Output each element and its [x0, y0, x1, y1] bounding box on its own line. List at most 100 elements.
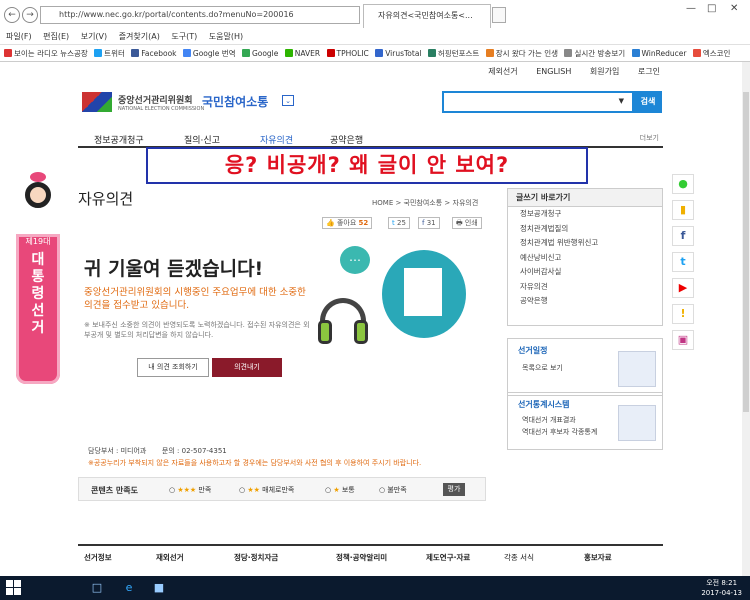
search-input[interactable]: ▼: [442, 91, 634, 113]
web-page: 제외선거 ENGLISH 회원가입 로그인 중앙선거관리위원회 NATIONAL…: [0, 62, 742, 576]
footer-link[interactable]: 정책·공약알리미: [336, 552, 387, 563]
quick-write-item[interactable]: 정보공개청구: [508, 207, 662, 222]
favorite-link[interactable]: 허핑턴포스트: [427, 45, 479, 61]
quick-write-item[interactable]: 예산낭비신고: [508, 251, 662, 266]
footer-link[interactable]: 정당·정치자금: [234, 552, 278, 563]
my-opinion-button[interactable]: 내 의견 조회하기: [137, 358, 209, 377]
search-button[interactable]: 검색: [634, 91, 662, 113]
chevron-down-icon[interactable]: ⌄: [282, 95, 294, 106]
menu-favorites[interactable]: 즐겨찾기(A): [119, 32, 160, 41]
quick-write-item[interactable]: 자유의견: [508, 280, 662, 295]
survey-option[interactable]: ○ ★★ 매체로만족: [239, 485, 294, 495]
mascot-icon: [16, 172, 60, 234]
nav-free-opinion[interactable]: 자유의견: [260, 133, 293, 146]
windows-start-icon[interactable]: [6, 580, 22, 596]
favorite-link[interactable]: 보이는 라디오 뉴스공장: [4, 45, 88, 61]
quick-write-item[interactable]: 공약은행: [508, 294, 662, 309]
file-explorer-icon[interactable]: □: [86, 579, 108, 597]
schedule-box: 선거일정 목록으로 보기: [507, 338, 663, 396]
more-link[interactable]: 더보기: [640, 133, 659, 143]
menu-file[interactable]: 파일(F): [6, 32, 32, 41]
forward-icon[interactable]: →: [22, 7, 38, 23]
minimize-icon[interactable]: —: [686, 3, 696, 14]
browser-chrome: ← → http://www.nec.go.kr/portal/contents…: [0, 0, 750, 62]
menu-edit[interactable]: 편집(E): [43, 32, 69, 41]
taskbar: □ e ■ 오전 8:21 2017-04-13: [0, 576, 750, 600]
address-bar[interactable]: http://www.nec.go.kr/portal/contents.do?…: [40, 6, 360, 24]
footer-link[interactable]: 제도연구·자료: [426, 552, 470, 563]
print-button[interactable]: 🖶 인쇄: [452, 217, 482, 229]
stats-link[interactable]: 역대선거 후보자 각종통계: [522, 427, 597, 437]
social-bar: ● ▮ f t ▶ ! ▣: [672, 174, 696, 354]
survey-option[interactable]: ○ 불만족: [379, 485, 407, 495]
back-icon[interactable]: ←: [4, 7, 20, 23]
page-title: 자유의견: [78, 190, 134, 208]
hero-title: 귀 기울여 듣겠습니다!: [84, 258, 264, 280]
footer-link[interactable]: 각종 서식: [504, 552, 534, 563]
favorite-link[interactable]: 장시 왔다 가는 인생: [485, 45, 558, 61]
footer-link[interactable]: 재외선거: [156, 552, 184, 563]
new-tab-button[interactable]: [492, 7, 506, 23]
document-icon: [382, 250, 466, 338]
bookmark-icon[interactable]: ▮: [672, 200, 694, 220]
favorite-link[interactable]: VirusTotal: [375, 45, 422, 61]
nav-inquiry[interactable]: 질의·신고: [184, 133, 220, 146]
nav-pledge-bank[interactable]: 공약은행: [330, 133, 363, 146]
top-link[interactable]: 회원가입: [590, 67, 619, 76]
menu-help[interactable]: 도움말(H): [209, 32, 243, 41]
footer-link[interactable]: 선거정보: [84, 552, 112, 563]
twitter-icon[interactable]: t: [672, 252, 694, 272]
top-link[interactable]: 로그인: [638, 67, 660, 76]
nav-info-request[interactable]: 정보공개청구: [94, 133, 144, 146]
instagram-icon[interactable]: ▣: [672, 330, 694, 350]
clock[interactable]: 오전 8:21 2017-04-13: [701, 578, 742, 598]
favorite-link[interactable]: 실시간 방송보기: [564, 45, 625, 61]
banner-text: 대통령선거: [31, 252, 45, 336]
menu-tools[interactable]: 도구(T): [171, 32, 197, 41]
favorite-link[interactable]: NAVER: [284, 45, 320, 61]
quick-write-item[interactable]: 사이버감사실: [508, 265, 662, 280]
top-link[interactable]: ENGLISH: [536, 67, 571, 76]
evaluate-button[interactable]: 평가: [443, 483, 465, 496]
logo-icon[interactable]: [82, 92, 112, 112]
scroll-thumb[interactable]: [743, 92, 749, 412]
overlay-caption: 응? 비공개? 왜 글이 안 보여?: [146, 147, 588, 184]
stats-link[interactable]: 역대선거 개표결과: [522, 415, 576, 425]
scrollbar[interactable]: [742, 62, 750, 576]
quick-write-item[interactable]: 정치관계법질의: [508, 222, 662, 237]
submit-opinion-button[interactable]: 의견내기: [212, 358, 282, 377]
survey-option[interactable]: ○ ★★★ 만족: [169, 485, 211, 495]
like-button[interactable]: 👍 좋아요 52: [322, 217, 373, 229]
dropdown-icon[interactable]: ▼: [619, 97, 624, 105]
banner-label: 제19대: [25, 237, 51, 246]
ie-icon[interactable]: e: [118, 579, 140, 597]
footer-link[interactable]: 홍보자료: [584, 552, 612, 563]
survey-option[interactable]: ○ ★ 보통: [325, 485, 355, 495]
menu-bar: 파일(F) 편집(E) 보기(V) 즐겨찾기(A) 도구(T) 도움말(H): [0, 30, 750, 44]
kakao-icon[interactable]: ●: [672, 174, 694, 194]
menu-view[interactable]: 보기(V): [81, 32, 107, 41]
favorite-link[interactable]: 트위터: [94, 45, 125, 61]
top-link[interactable]: 제외선거: [488, 67, 517, 76]
stats-title: 선거통계시스템: [518, 400, 570, 409]
org-name[interactable]: 중앙선거관리위원회: [118, 93, 193, 106]
favorite-link[interactable]: 엑스코인: [692, 45, 730, 61]
facebook-share-button[interactable]: f 31: [418, 217, 440, 229]
quick-write-item[interactable]: 정치관계법 위반행위신고: [508, 236, 662, 251]
favorite-link[interactable]: Facebook: [131, 45, 177, 61]
facebook-icon[interactable]: f: [672, 226, 694, 246]
youtube-icon[interactable]: ▶: [672, 278, 694, 298]
breadcrumb: HOME > 국민참여소통 > 자유의견: [372, 199, 479, 207]
favorite-link[interactable]: Google 번역: [182, 45, 236, 61]
favorite-link[interactable]: WinReducer: [631, 45, 686, 61]
close-icon[interactable]: ✕: [730, 3, 738, 14]
stats-icon: [618, 405, 656, 441]
schedule-link[interactable]: 목록으로 보기: [522, 363, 563, 373]
app-icon[interactable]: ■: [148, 579, 170, 597]
browser-tab[interactable]: 자유의견<국민참여소통<...: [363, 4, 491, 28]
favorite-link[interactable]: TPHOLIC: [326, 45, 369, 61]
favorite-link[interactable]: Google: [241, 45, 278, 61]
maximize-icon[interactable]: □: [707, 3, 716, 14]
twitter-share-button[interactable]: t 25: [388, 217, 410, 229]
notice-icon[interactable]: !: [672, 304, 694, 324]
